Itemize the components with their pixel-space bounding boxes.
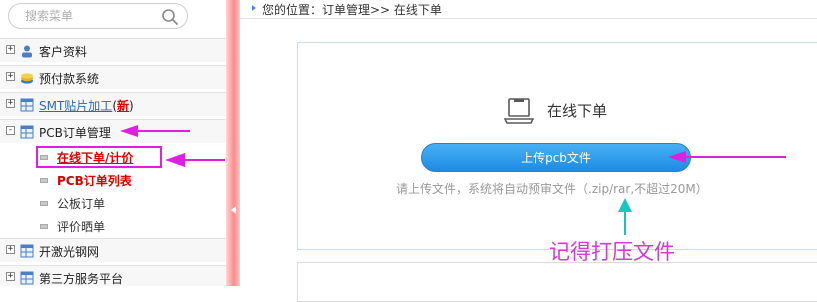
submenu-item-label[interactable]: PCB订单列表 (57, 172, 132, 189)
collapse-icon[interactable]: - (6, 126, 15, 135)
expand-icon[interactable]: + (6, 45, 15, 54)
breadcrumb: 您的位置：订单管理>> 在线下单 (240, 0, 817, 19)
expand-icon[interactable]: + (6, 72, 15, 81)
bullet-icon (40, 201, 48, 206)
annotation-note: 记得打压文件 (549, 240, 675, 264)
search-box (8, 3, 188, 29)
sidebar-item-label: 预付款系统 (39, 72, 100, 86)
annotation-arrow-icon (165, 153, 225, 167)
expand-icon[interactable]: + (6, 245, 15, 254)
sidebar-item-third-party[interactable]: + 第三方服务平台 (0, 265, 226, 286)
new-badge: 新 (117, 99, 130, 113)
sidebar-item-label: 开激光钢网 (39, 245, 100, 259)
user-icon (20, 44, 34, 58)
sidebar: + 客户资料 + 预付款系统 + (0, 0, 226, 286)
annotation-arrow-icon (668, 151, 786, 163)
upload-pcb-file-button[interactable]: 上传pcb文件 (421, 143, 691, 172)
upload-hint: 请上传文件，系统将自动预审文件（.zip/rar,不超过20M） (396, 182, 708, 196)
highlight-box (36, 146, 162, 168)
page-title: 在线下单 (547, 102, 608, 120)
annotation-arrow-icon (120, 125, 190, 137)
sidebar-item-label: 客户资料 (39, 45, 88, 59)
sidebar-item-customer-info[interactable]: + 客户资料 (0, 38, 226, 62)
sidebar-item-prepayment[interactable]: + 预付款系统 (0, 65, 226, 89)
collapse-sidebar-icon[interactable] (231, 206, 236, 214)
bullet-icon (40, 178, 48, 183)
smt-link[interactable]: SMT贴片加工 (39, 99, 112, 113)
submenu-item-reviews[interactable]: 评价晒单 (0, 215, 226, 237)
table-icon (20, 125, 34, 139)
sidebar-divider[interactable] (226, 0, 240, 286)
bullet-icon (40, 224, 48, 229)
search-icon[interactable] (161, 8, 179, 29)
sidebar-item-label: 第三方服务平台 (39, 272, 124, 286)
breadcrumb-text: 您的位置：订单管理>> 在线下单 (262, 3, 442, 17)
lower-card (297, 262, 817, 302)
table-icon (20, 98, 34, 112)
submenu-item-label[interactable]: 公板订单 (57, 195, 105, 212)
table-icon (20, 271, 34, 285)
submenu-item-label[interactable]: 评价晒单 (57, 218, 105, 235)
sidebar-item-smt[interactable]: + SMT贴片加工(新) (0, 92, 226, 116)
sidebar-item-label: SMT贴片加工(新) (39, 99, 134, 113)
table-icon (20, 244, 34, 258)
sidebar-item-label: PCB订单管理 (39, 126, 111, 140)
sidebar-item-laser-stencil[interactable]: + 开激光钢网 (0, 238, 226, 262)
submenu-item-pcb-order-list[interactable]: PCB订单列表 (0, 169, 226, 191)
expand-icon[interactable]: + (6, 272, 15, 281)
coins-icon (20, 71, 34, 85)
submenu-item-public-board[interactable]: 公板订单 (0, 192, 226, 214)
expand-icon[interactable]: + (6, 99, 15, 108)
search-input[interactable] (25, 7, 155, 25)
annotation-arrow-icon (618, 198, 632, 235)
sidebar-item-pcb-orders[interactable]: - PCB订单管理 (0, 119, 226, 143)
breadcrumb-marker-icon (252, 5, 256, 11)
laptop-icon (503, 97, 535, 128)
